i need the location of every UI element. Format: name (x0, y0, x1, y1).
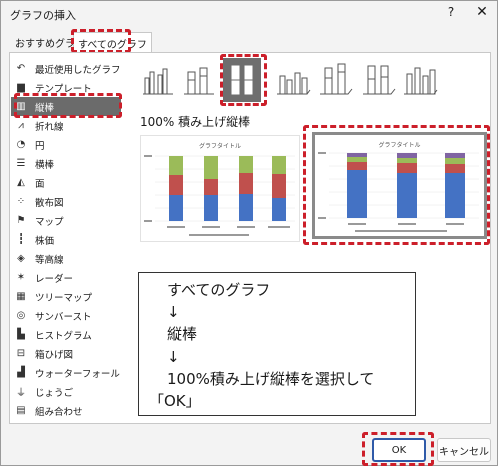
chart-type-label: ツリーマップ (35, 292, 93, 304)
chart-type-item[interactable]: ⚑ マップ (11, 211, 121, 230)
chart-type-label: 折れ線 (35, 121, 64, 133)
chart-type-item[interactable]: ⊟ 箱ひげ図 (11, 344, 121, 363)
surface-chart-icon: ◈ (17, 253, 25, 264)
undo-icon: ↶ (16, 63, 26, 74)
chart-type-item[interactable]: ✶ レーダー (11, 268, 121, 287)
cancel-button[interactable]: キャンセル (437, 438, 491, 462)
instruction-note: すべてのグラフ ↓ 縦棒 ↓ 100%積み上げ縦棒を選択して 「OK」 (138, 272, 416, 416)
stock-chart-icon: ┇ (17, 234, 25, 245)
bar-chart-icon: ☰ (16, 158, 26, 169)
subtype-3d-100-stacked-column[interactable] (359, 58, 397, 102)
chart-type-label: 横棒 (35, 159, 55, 171)
help-button[interactable]: ? (443, 5, 459, 19)
waterfall-icon: ▟ (17, 367, 25, 378)
subtype-100-stacked-column[interactable] (223, 58, 261, 102)
insert-chart-dialog: グラフの挿入 ? ✕ おすすめグラフ すべてのグラフ ↶ 最近使用したグラフ ▆ テン… (0, 0, 498, 466)
ok-button[interactable]: OK (372, 438, 426, 462)
close-button[interactable]: ✕ (474, 4, 490, 20)
preview-2-graphic (318, 152, 479, 232)
note-line-100-stacked: 100%積み上げ縦棒を選択して (167, 370, 375, 388)
line-chart-icon: ⩘ (18, 120, 24, 131)
subtype-stacked-column[interactable] (180, 58, 218, 102)
chart-type-label: 等高線 (35, 254, 64, 266)
chart-type-label: 株価 (35, 235, 55, 247)
pie-chart-icon: ◔ (16, 139, 26, 150)
subtype-clustered-column[interactable] (139, 58, 177, 102)
chart-type-item[interactable]: ▤ 組み合わせ (11, 401, 121, 420)
chart-type-item[interactable]: ▦ ツリーマップ (11, 287, 121, 306)
note-line-all-charts: すべてのグラフ (167, 281, 271, 299)
chart-type-item[interactable]: ┇ 株価 (11, 230, 121, 249)
chart-type-item[interactable]: ▥ 縦棒 (11, 97, 121, 116)
chart-type-label: 最近使用したグラフ (35, 64, 121, 76)
sunburst-icon: ◎ (16, 310, 26, 321)
dialog-title: グラフの挿入 (10, 9, 76, 22)
subtype-3d-column[interactable] (401, 58, 439, 102)
combo-chart-icon: ▤ (16, 405, 26, 416)
chart-type-item[interactable]: ⩘ 折れ線 (11, 116, 121, 135)
chart-type-label: 組み合わせ (35, 406, 83, 418)
chart-type-item[interactable]: ☰ 横棒 (11, 154, 121, 173)
radar-chart-icon: ✶ (16, 272, 26, 283)
chart-type-item[interactable]: ◈ 等高線 (11, 249, 121, 268)
chart-type-label: 箱ひげ図 (35, 349, 74, 361)
subtype-3d-clustered-column[interactable] (274, 58, 312, 102)
chart-type-item[interactable]: ◔ 円 (11, 135, 121, 154)
3d-100-stacked-column-icon (363, 65, 396, 95)
area-chart-icon: ◭ (17, 177, 25, 188)
chart-type-label: レーダー (35, 273, 74, 285)
chart-type-label: 面 (35, 178, 45, 190)
chart-type-item[interactable]: ⏚ じょうご (11, 382, 121, 401)
chart-type-item[interactable]: ▟ ウォーターフォール (11, 363, 121, 382)
chart-preview-1[interactable]: グラフタイトル (140, 135, 300, 242)
note-line-ok: 「OK」 (149, 392, 201, 410)
3d-clustered-column-icon (277, 72, 311, 95)
3d-stacked-column-icon (320, 63, 353, 95)
folder-icon: ▆ (17, 82, 25, 93)
clustered-column-icon (143, 68, 173, 95)
scatter-chart-icon: ⁘ (16, 196, 26, 207)
note-arrow-1: ↓ (167, 303, 180, 321)
note-arrow-2: ↓ (167, 348, 180, 366)
chart-type-item[interactable]: ↶ 最近使用したグラフ (11, 59, 121, 78)
treemap-icon: ▦ (16, 291, 26, 302)
histogram-icon: ▙ (17, 329, 25, 340)
chart-type-label: マップ (35, 216, 64, 228)
subtype-title: 100% 積み上げ縦棒 (140, 115, 251, 129)
stacked-column-icon (184, 67, 214, 95)
3d-column-icon (404, 67, 438, 95)
chart-type-label: 円 (35, 140, 45, 152)
chart-type-item[interactable]: ▙ ヒストグラム (11, 325, 121, 344)
title-bar: グラフの挿入 ? ✕ (1, 1, 497, 29)
chart-type-item[interactable]: ◎ サンバースト (11, 306, 121, 325)
chart-type-item[interactable]: ⁘ 散布図 (11, 192, 121, 211)
map-chart-icon: ⚑ (16, 215, 26, 226)
tab-all-charts[interactable]: すべてのグラフ (73, 32, 152, 52)
column-chart-icon: ▥ (16, 101, 26, 112)
chart-type-label: 散布図 (35, 197, 64, 209)
chart-preview-2[interactable]: グラフタイトル (312, 132, 487, 239)
chart-type-label: 縦棒 (35, 102, 55, 114)
chart-type-item[interactable]: ◭ 面 (11, 173, 121, 192)
chart-type-label: テンプレート (35, 83, 92, 95)
subtype-3d-stacked-column[interactable] (316, 58, 354, 102)
chart-type-label: ヒストグラム (35, 330, 92, 342)
funnel-icon: ⏚ (16, 388, 26, 399)
chart-type-label: じょうご (35, 387, 74, 399)
100-stacked-column-icon (231, 65, 253, 95)
note-line-column: 縦棒 (167, 325, 198, 343)
chart-type-label: サンバースト (35, 311, 92, 323)
preview-1-graphic (144, 155, 295, 236)
chart-type-item[interactable]: ▆ テンプレート (11, 78, 121, 97)
chart-type-label: ウォーターフォール (35, 368, 120, 380)
box-whisker-icon: ⊟ (16, 348, 26, 359)
